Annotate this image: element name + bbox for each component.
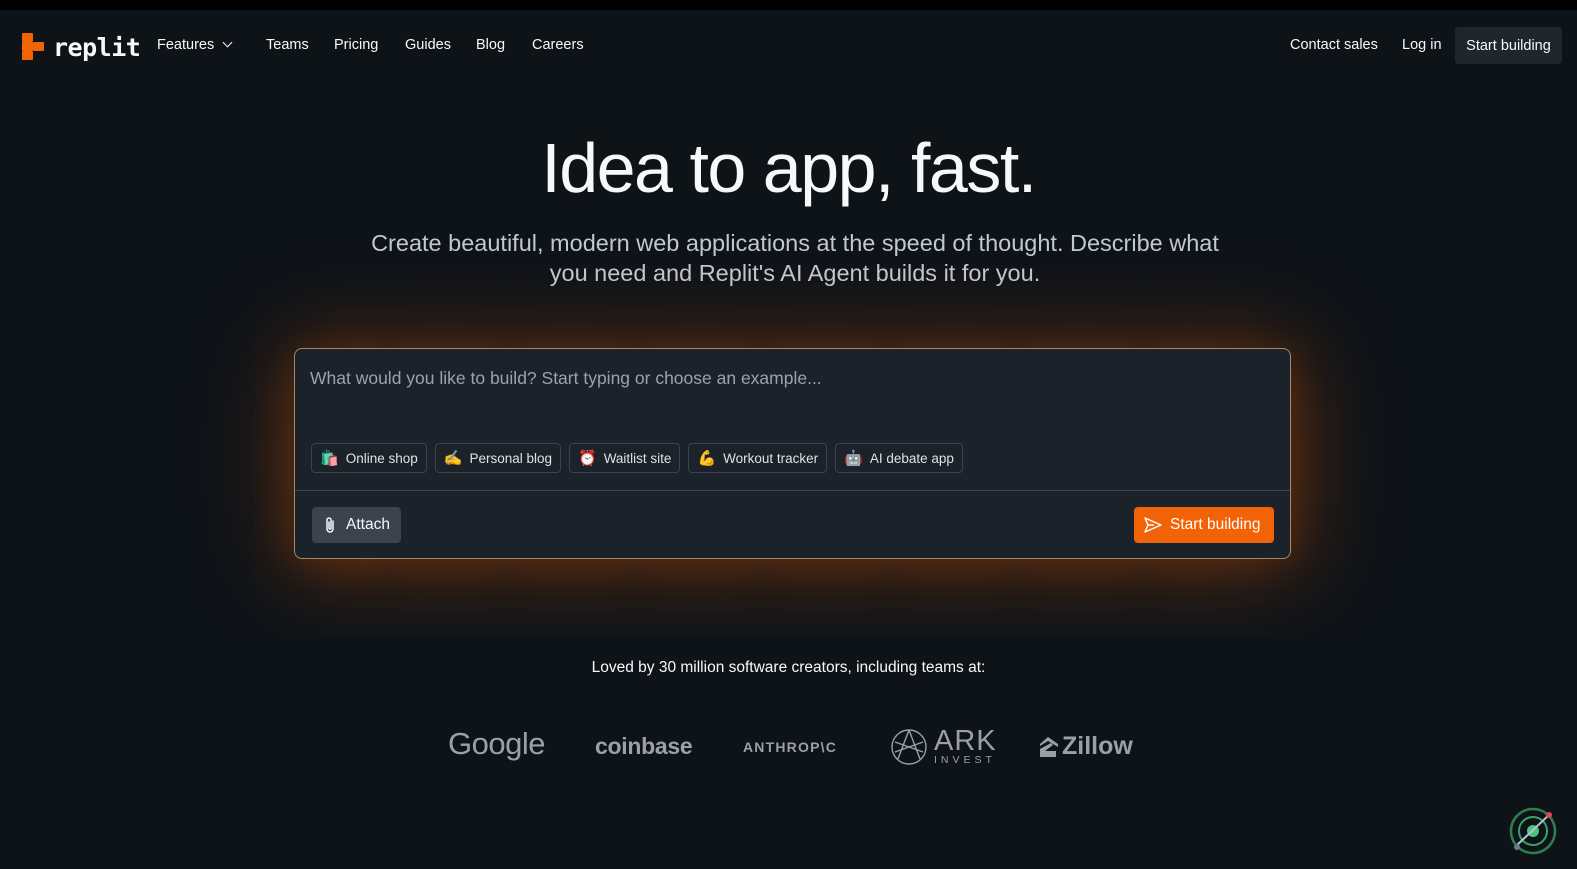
prompt-input[interactable] (310, 363, 1270, 393)
replit-logo[interactable]: replit (21, 32, 141, 62)
nav-log-in[interactable]: Log in (1402, 35, 1442, 55)
customer-logos: Google coinbase ANTHROP\C ARK INVEST Zil… (0, 720, 1577, 776)
nav-teams[interactable]: Teams (266, 35, 309, 55)
start-building-button[interactable]: Start building (1134, 507, 1274, 543)
prompt-divider (295, 490, 1290, 491)
example-chip-ai-debate-app[interactable]: 🤖 AI debate app (835, 443, 963, 473)
ark-emblem-icon (891, 729, 927, 765)
anthropic-logo: ANTHROP\C (743, 739, 838, 755)
example-chip-workout-tracker[interactable]: 💪 Workout tracker (688, 443, 828, 473)
example-chip-online-shop[interactable]: 🛍️ Online shop (311, 443, 427, 473)
chevron-down-icon (222, 37, 233, 48)
hero-subtitle: Create beautiful, modern web application… (371, 230, 1219, 286)
coinbase-logo: coinbase (595, 733, 693, 759)
nav-guides[interactable]: Guides (405, 35, 451, 55)
chip-label: Personal blog (469, 450, 552, 466)
chip-label: Waitlist site (603, 450, 672, 466)
google-logo: Google (448, 726, 545, 761)
alarm-clock-icon: ⏰ (578, 448, 597, 467)
nav-blog[interactable]: Blog (476, 35, 505, 55)
attach-label: Attach (346, 516, 390, 533)
orbit-icon (1509, 807, 1557, 855)
floating-assistant-widget[interactable] (1508, 806, 1558, 856)
nav-features-dropdown[interactable]: Features (157, 35, 233, 55)
shopping-bags-icon: 🛍️ (320, 448, 339, 467)
hero-title: Idea to app, fast. (541, 129, 1037, 207)
nav-pricing[interactable]: Pricing (334, 35, 378, 55)
replit-wordmark: replit (53, 32, 141, 62)
start-building-label: Start building (1170, 516, 1261, 533)
chip-label: AI debate app (869, 450, 954, 466)
nav-contact-sales[interactable]: Contact sales (1290, 35, 1378, 55)
attach-button[interactable]: Attach (312, 507, 401, 543)
prompt-box: 🛍️ Online shop ✍️ Personal blog ⏰ Waitli… (294, 348, 1291, 559)
example-chips: 🛍️ Online shop ✍️ Personal blog ⏰ Waitli… (311, 443, 963, 473)
flexed-biceps-icon: 💪 (697, 448, 717, 467)
browser-top-strip (0, 0, 1577, 10)
chip-label: Workout tracker (723, 450, 819, 466)
nav-features-label: Features (157, 37, 215, 53)
zillow-wordmark: Zillow (1062, 732, 1133, 760)
writing-hand-icon: ✍️ (443, 448, 463, 467)
chip-label: Online shop (345, 450, 418, 466)
zillow-house-icon (1040, 736, 1058, 757)
replit-logo-icon (21, 33, 45, 61)
ark-subtitle: INVEST (934, 754, 996, 766)
send-icon (1144, 517, 1162, 533)
paperclip-icon (326, 517, 334, 533)
robot-icon: 🤖 (844, 448, 863, 467)
nav-start-building-button[interactable]: Start building (1455, 27, 1562, 64)
example-chip-personal-blog[interactable]: ✍️ Personal blog (434, 443, 561, 473)
example-chip-waitlist-site[interactable]: ⏰ Waitlist site (569, 443, 681, 473)
ark-wordmark: ARK (934, 725, 997, 757)
top-navigation: replit Features Teams Pricing Guides Blo… (0, 10, 1577, 80)
zillow-logo: Zillow (1037, 732, 1133, 761)
social-proof-text: Loved by 30 million software creators, i… (591, 659, 986, 676)
ark-invest-logo: ARK INVEST (890, 725, 997, 766)
nav-careers[interactable]: Careers (532, 35, 584, 55)
